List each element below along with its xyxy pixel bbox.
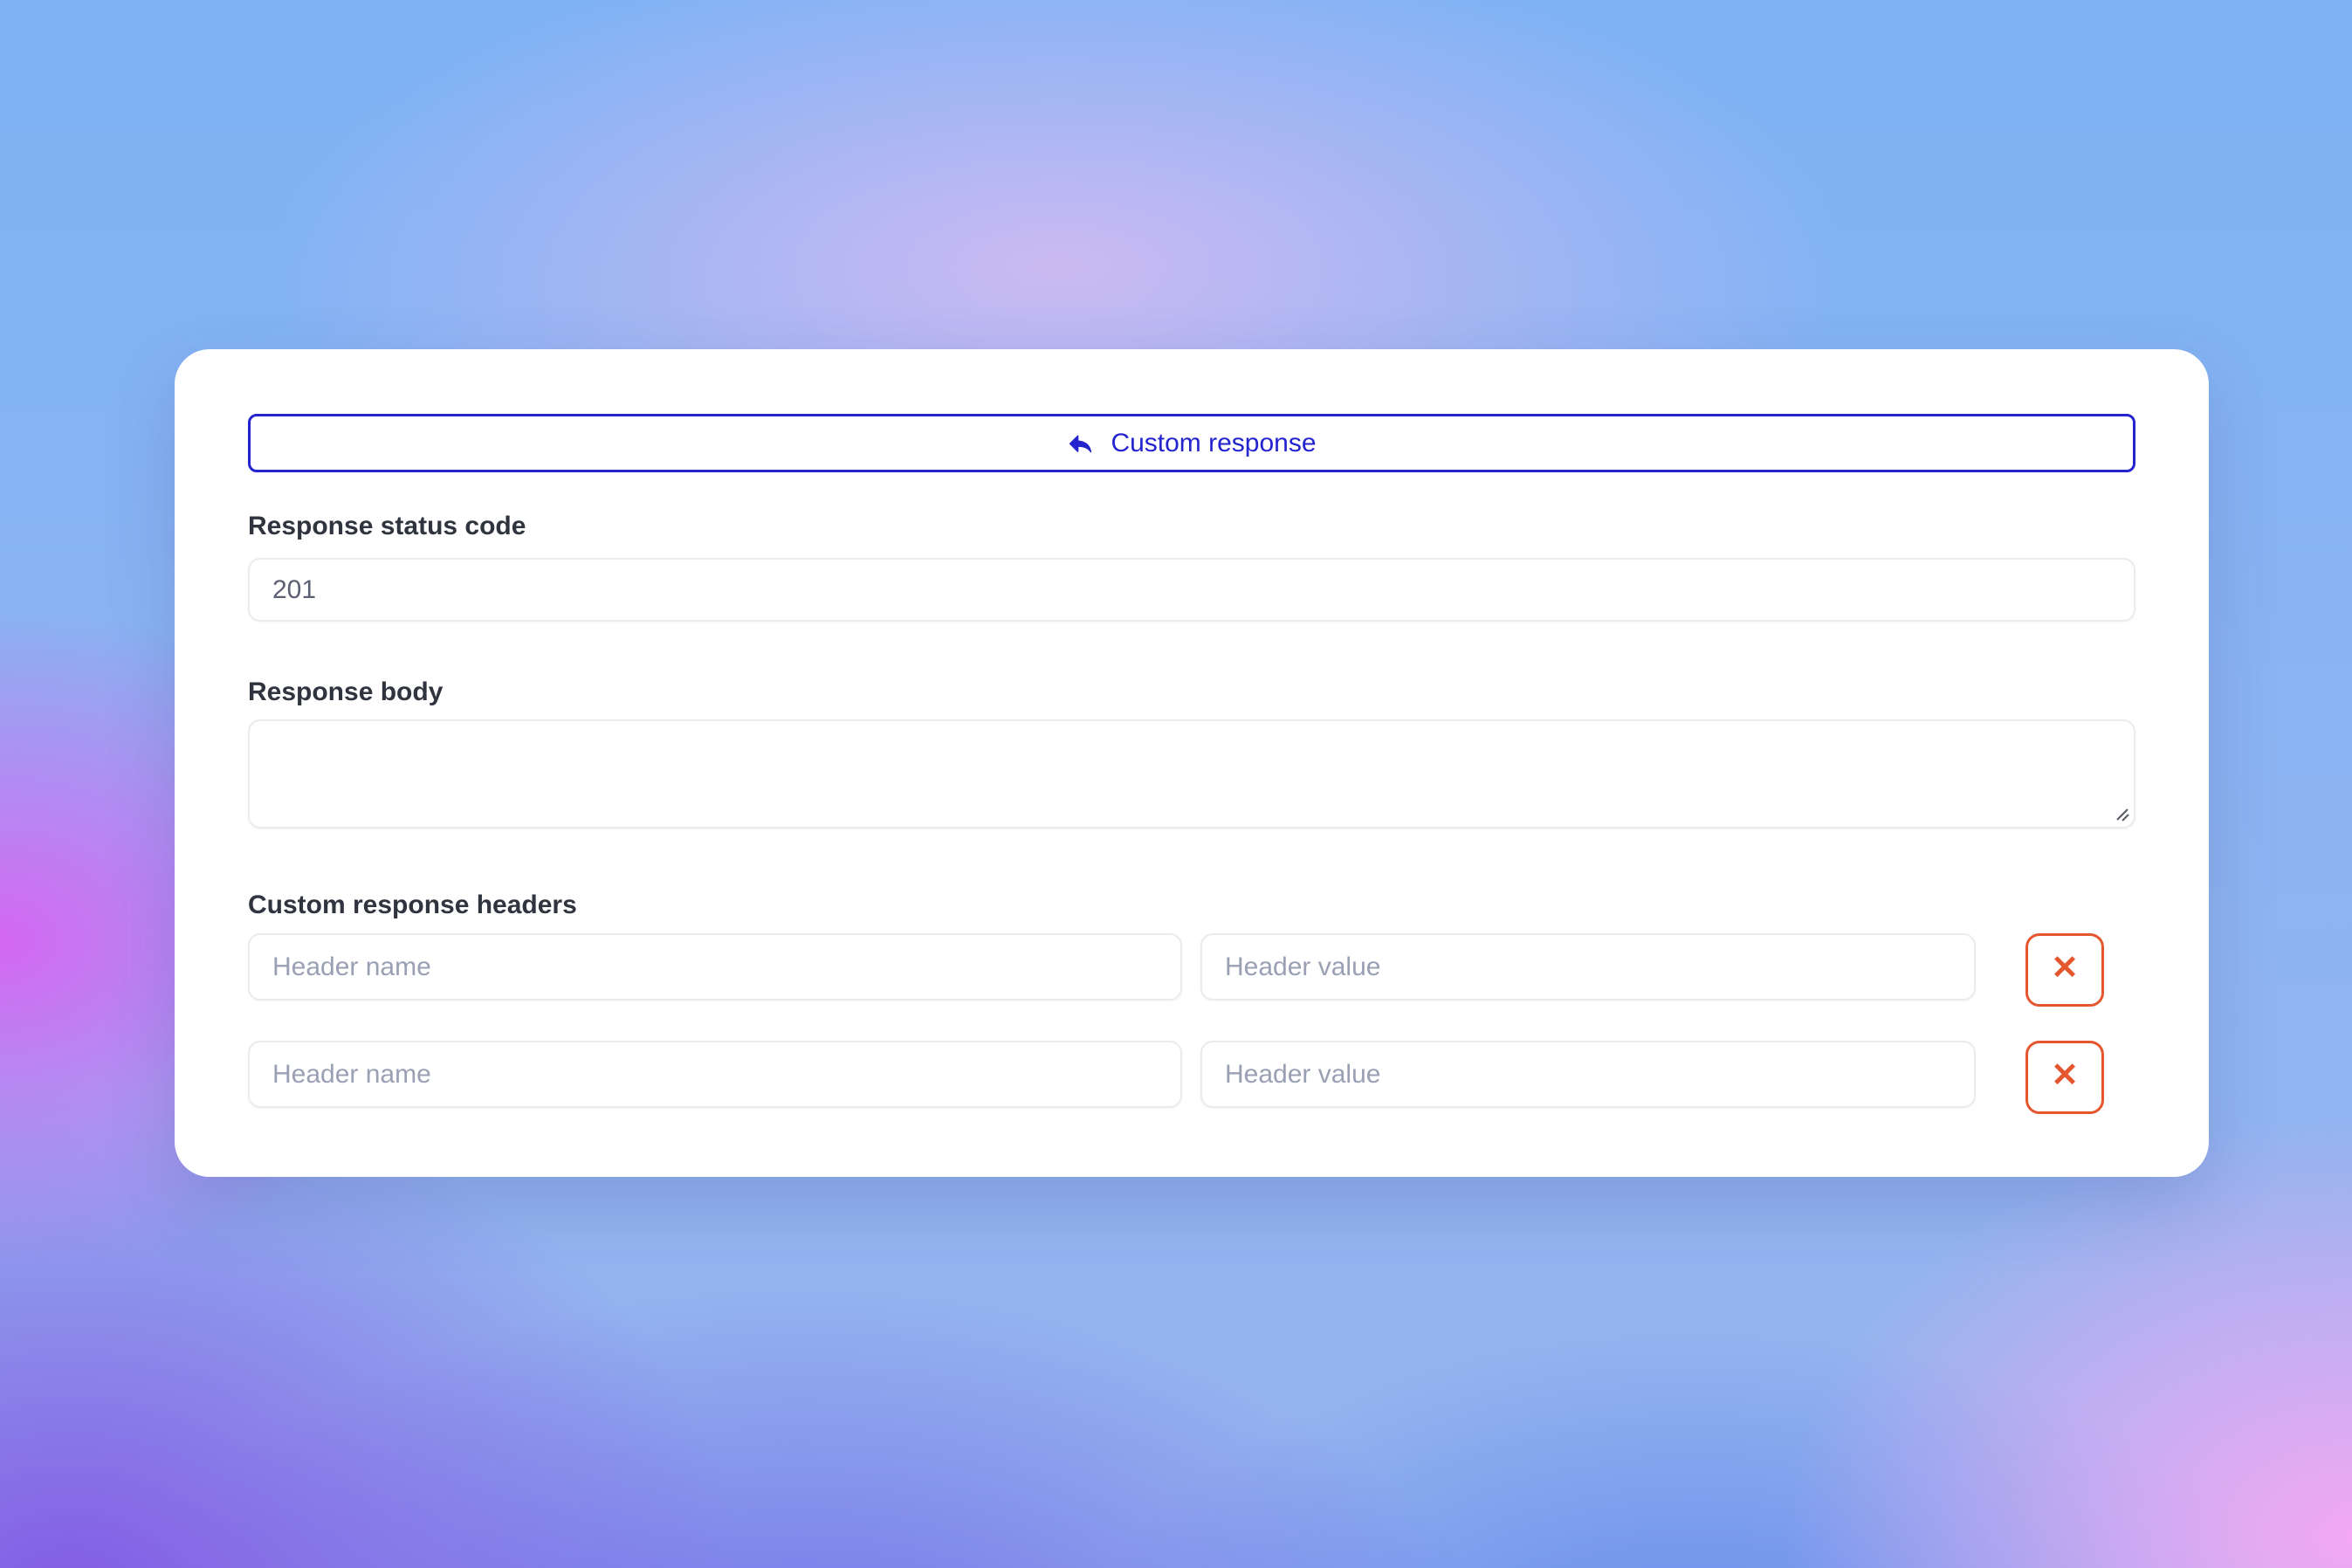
header-value-input[interactable] [1200,933,1976,1001]
custom-response-button[interactable]: Custom response [248,414,2135,472]
reply-icon [1067,430,1095,457]
header-name-input[interactable] [248,933,1182,1001]
header-name-input[interactable] [248,1041,1182,1108]
remove-header-button[interactable]: ✕ [2025,1041,2104,1114]
remove-header-button[interactable]: ✕ [2025,933,2104,1007]
custom-response-headers-label: Custom response headers [248,890,2135,921]
custom-response-panel: Custom response Response status code Res… [175,349,2209,1177]
response-status-code-label: Response status code [248,511,2135,542]
response-body-textarea[interactable] [248,719,2135,829]
header-value-input[interactable] [1200,1041,1976,1108]
header-row: ✕ [248,933,2135,1007]
response-status-code-input[interactable] [248,558,2135,622]
response-body-field [248,719,2135,833]
x-icon: ✕ [2051,952,2079,985]
x-icon: ✕ [2051,1059,2079,1092]
response-body-label: Response body [248,677,2135,708]
custom-response-button-label: Custom response [1111,429,1316,458]
header-row: ✕ [248,1041,2135,1114]
